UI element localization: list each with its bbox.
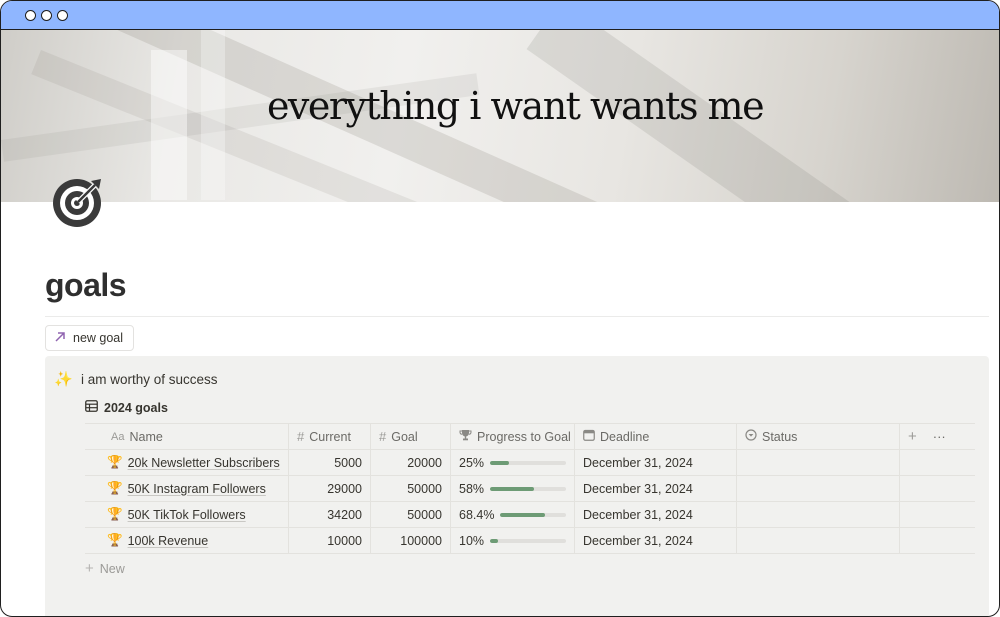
goal-name-link[interactable]: 20k Newsletter Subscribers: [128, 456, 280, 470]
cell-name[interactable]: 🏆 100k Revenue: [85, 528, 289, 553]
plus-icon: +: [85, 560, 94, 577]
hash-icon: #: [297, 429, 305, 444]
cell-goal[interactable]: 50000: [371, 476, 451, 501]
cell-current[interactable]: 10000: [289, 528, 371, 553]
progress-bar-fill: [500, 512, 546, 517]
database-title[interactable]: 2024 goals: [85, 400, 168, 415]
database-title-text: 2024 goals: [104, 400, 168, 415]
new-row-button[interactable]: + New: [85, 560, 125, 577]
cell-name[interactable]: 🏆 20k Newsletter Subscribers: [85, 450, 289, 475]
column-header-current[interactable]: # Current: [289, 424, 371, 449]
new-goal-button[interactable]: new goal: [45, 325, 135, 351]
table-header: Aa Name # Current # Goal Progress to Goa…: [85, 423, 975, 450]
cell-deadline[interactable]: December 31, 2024: [575, 476, 737, 501]
window-minimize-dot[interactable]: [41, 10, 52, 21]
title-divider: [45, 316, 989, 317]
calendar-icon: [583, 429, 595, 444]
more-options-button[interactable]: ···: [933, 429, 946, 444]
column-header-goal[interactable]: # Goal: [371, 424, 451, 449]
cell-empty: [900, 450, 975, 475]
add-column-button[interactable]: +: [908, 428, 917, 445]
table-row[interactable]: 🏆 100k Revenue 10000 100000 10% December 31, …: [85, 528, 975, 554]
goal-name-link[interactable]: 100k Revenue: [128, 534, 209, 548]
title-bar: [1, 1, 999, 30]
trophy-emoji-icon: 🏆: [107, 507, 123, 521]
cell-current[interactable]: 29000: [289, 476, 371, 501]
table-row[interactable]: 🏆 50K Instagram Followers 29000 50000 58% Dec…: [85, 476, 975, 502]
cover-text: everything i want wants me: [266, 84, 765, 128]
goal-name-link[interactable]: 50K Instagram Followers: [128, 482, 266, 496]
table-body: 🏆 20k Newsletter Subscribers 5000 20000 25% D…: [85, 450, 975, 554]
cell-progress[interactable]: 68.4%: [451, 502, 575, 527]
column-header-status[interactable]: Status: [737, 424, 900, 449]
app-window: everything i want wants me goals new goa…: [0, 0, 1000, 617]
progress-bar-fill: [490, 486, 535, 491]
cell-progress[interactable]: 25%: [451, 450, 575, 475]
arrow-up-right-icon: [54, 331, 66, 346]
progress-label: 58%: [459, 481, 485, 496]
trophy-icon: [459, 429, 472, 444]
status-icon: [745, 429, 757, 444]
cover-image: everything i want wants me: [1, 30, 999, 202]
cell-progress[interactable]: 10%: [451, 528, 575, 553]
cell-progress[interactable]: 58%: [451, 476, 575, 501]
trophy-emoji-icon: 🏆: [107, 533, 123, 547]
cell-current[interactable]: 5000: [289, 450, 371, 475]
cell-empty: [900, 528, 975, 553]
table-icon: [85, 400, 98, 415]
goal-name-link[interactable]: 50K TikTok Followers: [128, 508, 246, 522]
cell-deadline[interactable]: December 31, 2024: [575, 528, 737, 553]
window-close-dot[interactable]: [25, 10, 36, 21]
progress-label: 10%: [459, 533, 485, 548]
page-title: goals: [45, 267, 127, 303]
trophy-emoji-icon: 🏆: [107, 481, 123, 495]
new-goal-label: new goal: [73, 331, 124, 345]
callout-text[interactable]: i am worthy of success: [81, 372, 218, 387]
text-aa-icon: Aa: [111, 430, 125, 443]
progress-bar-fill: [490, 460, 510, 465]
cell-status[interactable]: [737, 528, 900, 553]
cell-goal[interactable]: 20000: [371, 450, 451, 475]
progress-bar: [500, 512, 566, 517]
column-header-progress[interactable]: Progress to Goal: [451, 424, 575, 449]
trophy-emoji-icon: 🏆: [107, 455, 123, 469]
cell-status[interactable]: [737, 502, 900, 527]
cell-empty: [900, 502, 975, 527]
table-row[interactable]: 🏆 50K TikTok Followers 34200 50000 68.4% Dece…: [85, 502, 975, 528]
table-row[interactable]: 🏆 20k Newsletter Subscribers 5000 20000 25% D…: [85, 450, 975, 476]
cell-status[interactable]: [737, 476, 900, 501]
target-icon[interactable]: [51, 173, 107, 229]
progress-bar-fill: [490, 538, 498, 543]
column-header-deadline[interactable]: Deadline: [575, 424, 737, 449]
cell-deadline[interactable]: December 31, 2024: [575, 502, 737, 527]
cell-deadline[interactable]: December 31, 2024: [575, 450, 737, 475]
cell-status[interactable]: [737, 450, 900, 475]
goals-table: Aa Name # Current # Goal Progress to Goa…: [85, 423, 975, 554]
column-header-name[interactable]: Aa Name: [85, 424, 289, 449]
cell-current[interactable]: 34200: [289, 502, 371, 527]
progress-bar: [490, 538, 566, 543]
cell-name[interactable]: 🏆 50K TikTok Followers: [85, 502, 289, 527]
progress-bar: [490, 486, 566, 491]
cell-goal[interactable]: 50000: [371, 502, 451, 527]
progress-bar: [490, 460, 566, 465]
window-maximize-dot[interactable]: [57, 10, 68, 21]
cell-empty: [900, 476, 975, 501]
cell-name[interactable]: 🏆 50K Instagram Followers: [85, 476, 289, 501]
hash-icon: #: [379, 429, 387, 444]
callout-block: ✨ i am worthy of success 2024 goals Aa N…: [45, 356, 989, 616]
progress-label: 68.4%: [459, 507, 495, 522]
sparkles-icon[interactable]: ✨: [54, 370, 73, 388]
progress-label: 25%: [459, 455, 485, 470]
cell-goal[interactable]: 100000: [371, 528, 451, 553]
